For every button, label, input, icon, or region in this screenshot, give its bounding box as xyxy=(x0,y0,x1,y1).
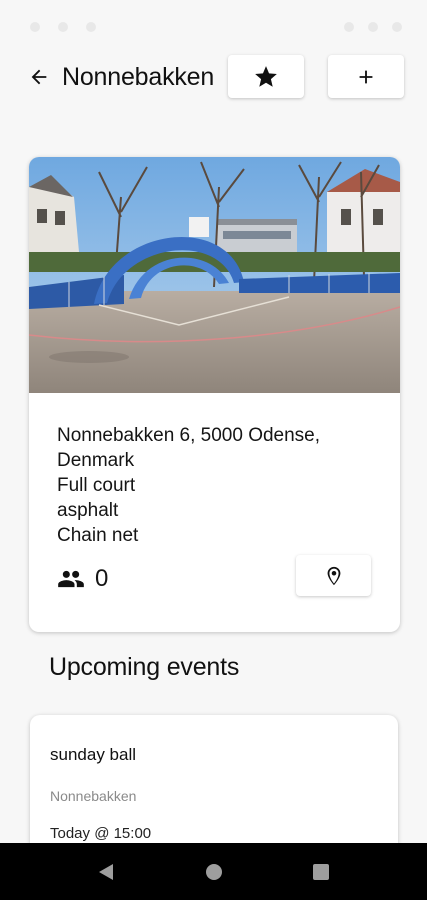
app-header: Nonnebakken xyxy=(0,54,427,100)
arrow-left-icon xyxy=(31,69,47,85)
triangle-back-icon xyxy=(99,864,113,880)
map-pin-icon xyxy=(327,566,340,585)
status-icon xyxy=(58,22,68,32)
plus-icon xyxy=(359,70,373,83)
status-icon xyxy=(344,22,354,32)
court-net: Chain net xyxy=(57,525,139,546)
page-title: Nonnebakken xyxy=(62,63,215,91)
nav-home-button[interactable] xyxy=(203,861,225,883)
status-bar xyxy=(0,0,427,44)
status-icon xyxy=(368,22,378,32)
players-row: 0 xyxy=(57,561,108,597)
back-button[interactable] xyxy=(24,62,54,92)
status-icon xyxy=(86,22,96,32)
court-info: Nonnebakken 6, 5000 Odense, Denmark Full… xyxy=(57,423,377,548)
court-card: Nonnebakken 6, 5000 Odense, Denmark Full… xyxy=(29,157,400,632)
nav-back-button[interactable] xyxy=(95,861,117,883)
court-surface: asphalt xyxy=(57,500,119,521)
location-button[interactable] xyxy=(296,555,371,596)
court-photo xyxy=(29,157,400,393)
court-address-line1: Nonnebakken 6, 5000 Odense, xyxy=(57,425,321,446)
people-icon xyxy=(58,570,84,588)
event-name: sunday ball xyxy=(50,745,137,764)
square-recents-icon xyxy=(313,864,329,880)
star-icon xyxy=(255,65,277,87)
players-count: 0 xyxy=(95,565,109,592)
add-event-button[interactable] xyxy=(328,55,404,98)
nav-recents-button[interactable] xyxy=(310,861,332,883)
event-place: Nonnebakken xyxy=(50,788,137,804)
event-time: Today @ 15:00 xyxy=(50,825,152,842)
court-type: Full court xyxy=(57,475,136,496)
system-nav-bar xyxy=(0,843,427,900)
favorite-button[interactable] xyxy=(228,55,304,98)
court-address-line2: Denmark xyxy=(57,450,135,471)
status-icon xyxy=(30,22,40,32)
status-icon xyxy=(392,22,402,32)
circle-home-icon xyxy=(206,864,222,880)
upcoming-events-title: Upcoming events xyxy=(49,653,240,681)
